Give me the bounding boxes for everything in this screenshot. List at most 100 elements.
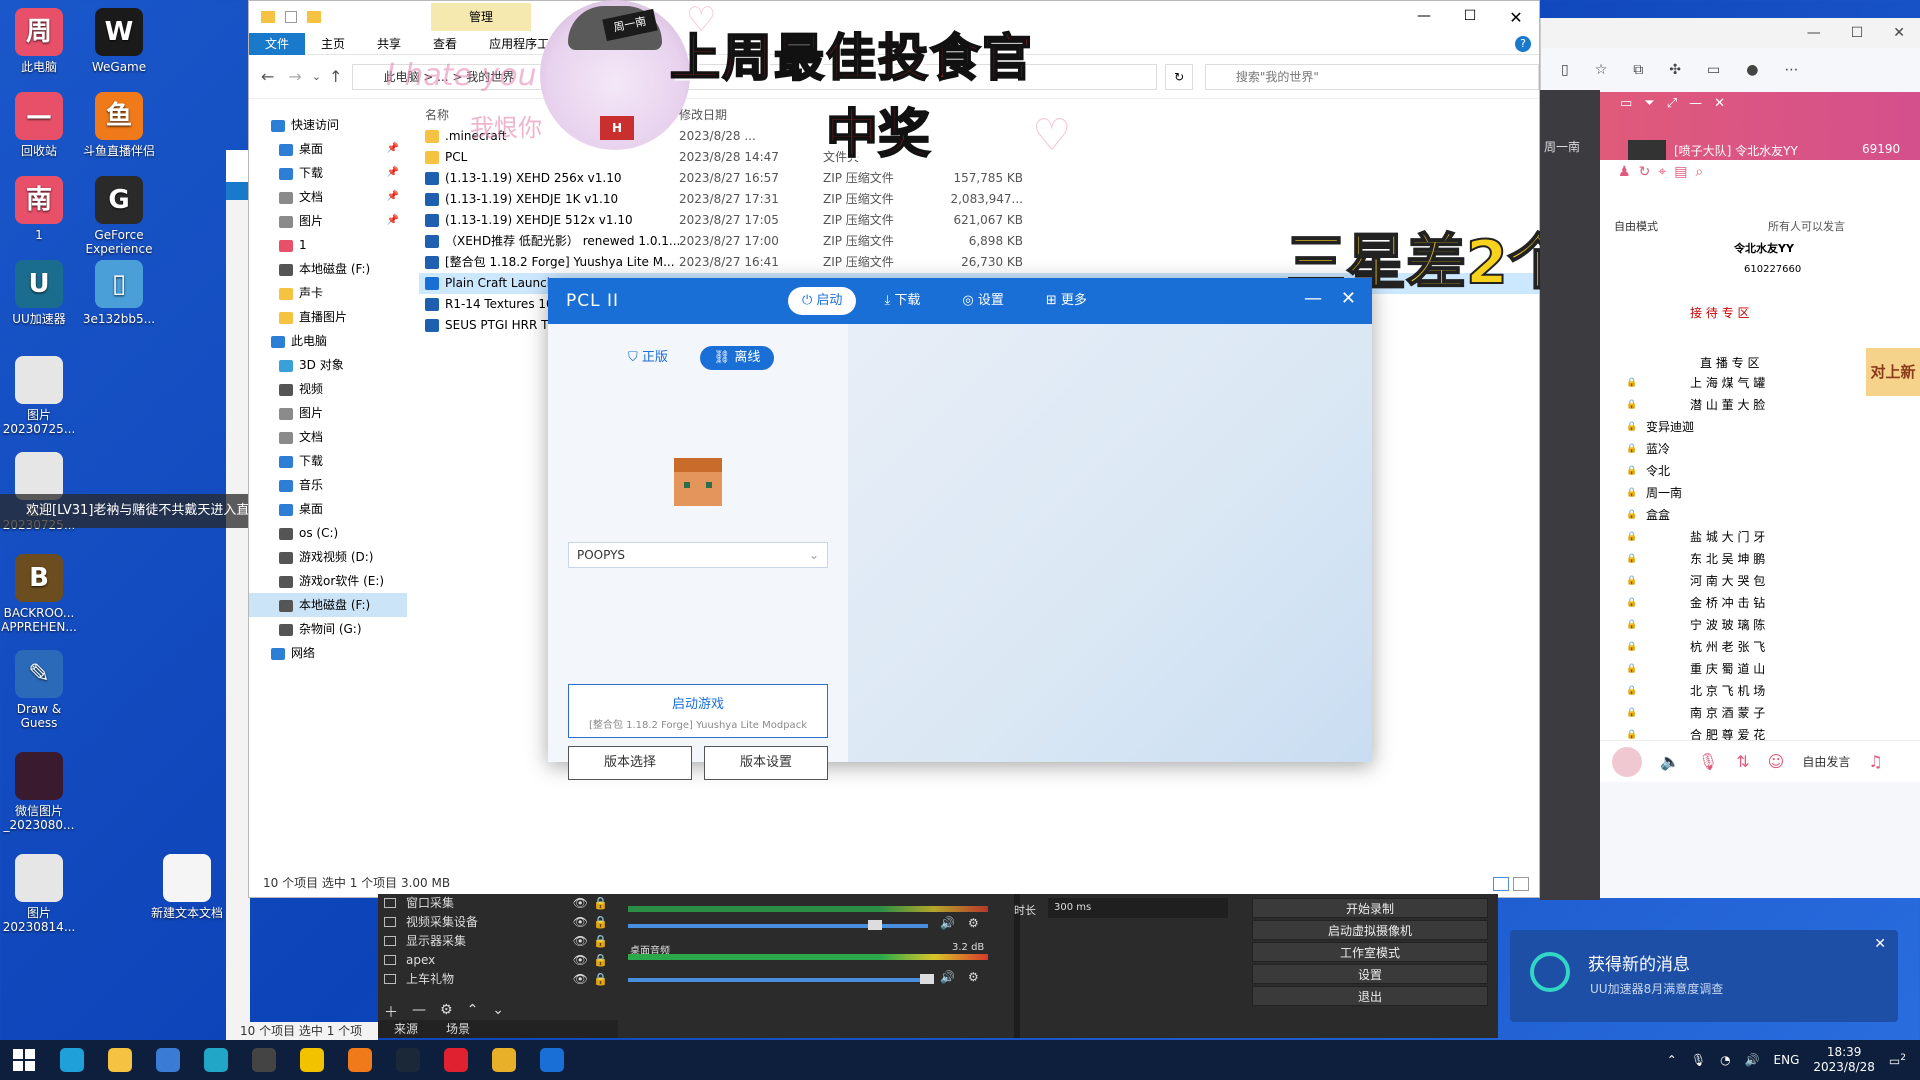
tab-home[interactable]: 主页	[305, 33, 361, 55]
close-icon[interactable]: ✕	[1893, 25, 1905, 41]
location-icon[interactable]: ⌖	[1658, 164, 1666, 180]
move-down-icon[interactable]: ⌄	[492, 1002, 504, 1020]
pin-icon[interactable]: 📌	[387, 185, 399, 209]
lock-icon[interactable]: 🔒	[593, 894, 608, 913]
obs-control-button[interactable]: 工作室模式	[1252, 942, 1488, 962]
tiles-view-icon[interactable]	[1513, 877, 1529, 891]
notification-toast[interactable]: 获得新的消息 UU加速器8月满意度调查 ✕	[1510, 930, 1898, 1022]
nav-item[interactable]: 本地磁盘 (F:)	[249, 257, 407, 281]
lock-icon[interactable]: 🔒	[593, 913, 608, 932]
obs-control-button[interactable]: 启动虚拟摄像机	[1252, 920, 1488, 940]
minimize-icon[interactable]: —	[1807, 25, 1821, 41]
refresh-icon[interactable]: ↻	[1165, 63, 1193, 90]
tab-download[interactable]: ⤓ 下载	[870, 287, 934, 315]
mode-genuine[interactable]: ⛉ 正版	[628, 346, 668, 370]
channel-item[interactable]: 🔒 令北	[1600, 460, 1860, 482]
source-item[interactable]: 显示器采集 👁 🔒	[378, 932, 618, 951]
eye-icon[interactable]: 👁	[573, 932, 588, 951]
channel-item[interactable]: 🔒 南 京 酒 蒙 子	[1600, 702, 1860, 724]
channel-item[interactable]: 🔒 重 庆 蜀 道 山	[1600, 658, 1860, 680]
mic-icon[interactable]: 🎙	[1691, 1053, 1706, 1067]
chevron-up-icon[interactable]: ⌃	[1667, 1053, 1677, 1067]
favorite-icon[interactable]: ☆	[1595, 62, 1608, 92]
channel-item[interactable]: 🔒 盐 城 大 门 牙	[1600, 526, 1860, 548]
clock[interactable]: 18:39 2023/8/28	[1813, 1045, 1875, 1075]
collections-icon[interactable]: ⧉	[1633, 62, 1643, 92]
nav-item[interactable]: 网络	[249, 641, 407, 665]
window-icon[interactable]: ▭	[1620, 96, 1632, 111]
tab-more[interactable]: ⊞ 更多	[1032, 287, 1101, 315]
lock-icon[interactable]: 🔒	[593, 951, 608, 970]
refresh-icon[interactable]: ↻	[1639, 164, 1651, 180]
file-row[interactable]: (1.13-1.19) XEHDJE 1K v1.10 2023/8/27 17:…	[419, 189, 1539, 210]
language-indicator[interactable]: ENG	[1774, 1053, 1800, 1067]
channel-item[interactable]: 🔒 上 海 煤 气 罐	[1600, 372, 1860, 394]
taskbar-app[interactable]	[192, 1040, 240, 1080]
tab-share[interactable]: 共享	[361, 33, 417, 55]
speaker-icon[interactable]: 🔊	[940, 916, 955, 930]
pin-icon[interactable]: 📌	[387, 137, 399, 161]
file-row[interactable]: PCL 2023/8/28 14:47 文件夹	[419, 147, 1539, 168]
list-icon[interactable]: ▤	[1674, 164, 1687, 180]
mode-offline[interactable]: ⛓ 离线	[700, 346, 774, 370]
nav-item[interactable]: 本地磁盘 (F:)	[249, 593, 407, 617]
nav-item[interactable]: 下载	[249, 449, 407, 473]
duration-input[interactable]: 300 ms	[1048, 898, 1228, 918]
nav-item[interactable]: 快速访问	[249, 113, 407, 137]
mic-icon[interactable]: 🎙	[1698, 752, 1718, 771]
username-select[interactable]: POOPYS ⌄	[568, 542, 828, 568]
tab-file[interactable]: 文件	[249, 32, 306, 55]
close-icon[interactable]: ✕	[1341, 288, 1356, 309]
nav-item[interactable]: 图片	[249, 401, 407, 425]
nav-item[interactable]: 直播图片	[249, 305, 407, 329]
volume-slider[interactable]	[868, 920, 882, 930]
obs-control-button[interactable]: 设置	[1252, 964, 1488, 984]
forward-icon[interactable]: →	[288, 67, 301, 86]
desktop-icon[interactable]: 鱼斗鱼直播伴侣	[80, 92, 158, 158]
filter-icon[interactable]: ⏷	[1644, 96, 1654, 111]
nav-item[interactable]: 文档 📌	[249, 185, 407, 209]
nav-item[interactable]: 下载 📌	[249, 161, 407, 185]
taskbar-app[interactable]	[48, 1040, 96, 1080]
desktop-icon[interactable]: 南1	[0, 176, 78, 242]
profile-icon[interactable]: ●	[1746, 62, 1758, 92]
remove-icon[interactable]: —	[412, 1002, 426, 1020]
minimize-icon[interactable]: —	[1401, 8, 1447, 27]
desktop-icon[interactable]: U UU加速器	[0, 260, 78, 326]
taskbar-app[interactable]	[288, 1040, 336, 1080]
start-button[interactable]	[0, 1040, 48, 1080]
emoji-icon[interactable]: ☺	[1768, 752, 1785, 771]
properties-icon[interactable]	[285, 11, 297, 23]
tab-view[interactable]: 查看	[417, 33, 473, 55]
pin-icon[interactable]: 📌	[387, 209, 399, 233]
move-up-icon[interactable]: ⌃	[467, 1002, 479, 1020]
eye-icon[interactable]: 👁	[573, 951, 588, 970]
reader-icon[interactable]: ▯	[1561, 62, 1569, 92]
desktop-icon[interactable]: 图片 20230814...	[0, 854, 78, 934]
desktop-icon[interactable]: W WeGame	[80, 8, 158, 74]
channel-item[interactable]: 🔒 宁 波 玻 璃 陈	[1600, 614, 1860, 636]
channel-item[interactable]: 🔒 盒盒	[1600, 504, 1860, 526]
eye-icon[interactable]: 👁	[573, 913, 588, 932]
eye-icon[interactable]: 👁	[573, 894, 588, 913]
column-date[interactable]: 修改日期	[679, 105, 823, 126]
desktop-icon[interactable]: B BACKROO... APPREHEN...	[0, 554, 78, 634]
source-item[interactable]: 视频采集设备 👁 🔒	[378, 913, 618, 932]
version-select-button[interactable]: 版本选择	[568, 746, 692, 780]
volume-slider[interactable]	[920, 974, 934, 984]
tab-settings[interactable]: ◎ 设置	[948, 287, 1018, 315]
maximize-icon[interactable]: ☐	[1851, 25, 1864, 41]
channel-item[interactable]: 🔒 杭 州 老 张 飞	[1600, 636, 1860, 658]
minimize-icon[interactable]: —	[1304, 288, 1322, 309]
source-item[interactable]: 上车礼物 👁 🔒	[378, 970, 618, 989]
search-icon[interactable]: ⌕	[1695, 164, 1703, 180]
channel-item[interactable]: 🔒 蓝冷	[1600, 438, 1860, 460]
obs-control-button[interactable]: 退出	[1252, 986, 1488, 1006]
channel-item[interactable]: 🔒 周一南	[1600, 482, 1860, 504]
version-settings-button[interactable]: 版本设置	[704, 746, 828, 780]
nav-item[interactable]: 1	[249, 233, 407, 257]
channel-item[interactable]: 🔒 东 北 吴 坤 鹏	[1600, 548, 1860, 570]
nav-item[interactable]: os (C:)	[249, 521, 407, 545]
taskbar-app[interactable]	[432, 1040, 480, 1080]
desktop-icon[interactable]: 新建文本文档	[148, 854, 226, 920]
